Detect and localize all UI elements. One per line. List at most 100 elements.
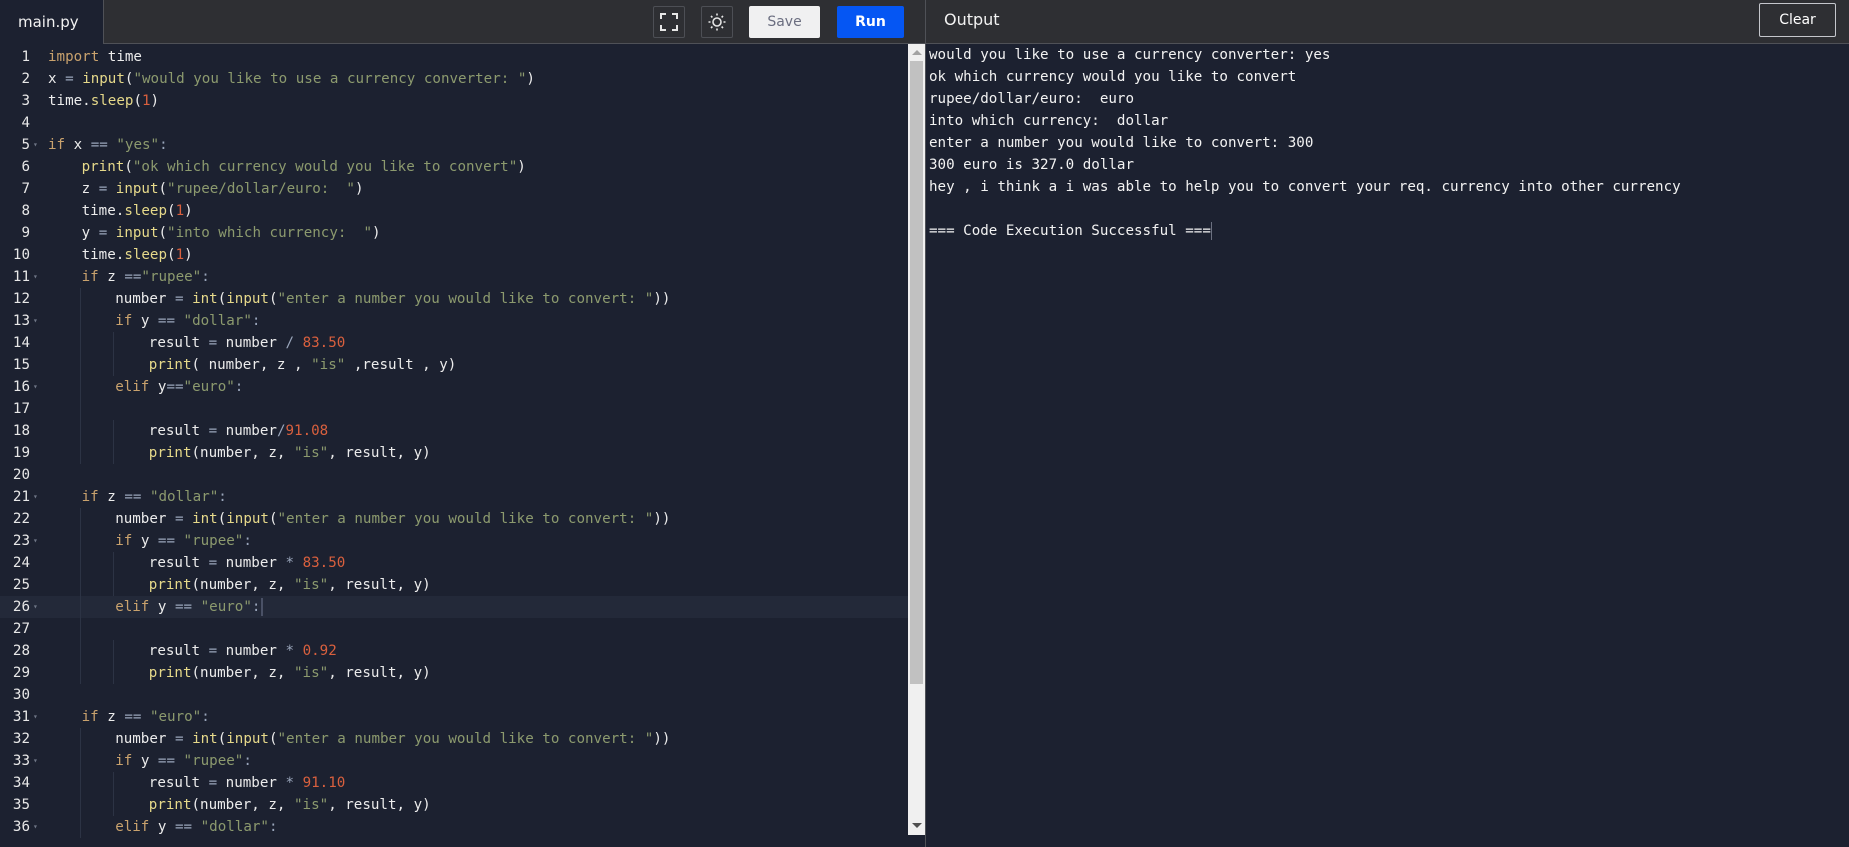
code-line[interactable]: 35 print(number, z, "is", result, y) — [0, 794, 908, 816]
code-line[interactable]: 11 ▾ if z =="rupee": — [0, 266, 908, 288]
code-line[interactable]: 6 print("ok which currency would you like… — [0, 156, 908, 178]
token-num: 0.92 — [302, 643, 337, 659]
line-number: 36 — [12, 819, 30, 835]
code-line[interactable]: 17 — [0, 398, 908, 420]
code-line[interactable]: 2 x = input("would you like to use a curr… — [0, 68, 908, 90]
code-line[interactable]: 34 result = number * 91.10 — [0, 772, 908, 794]
code-line[interactable]: 19 print(number, z, "is", result, y) — [0, 442, 908, 464]
token-id: number — [115, 731, 175, 747]
editor-scrollbar[interactable] — [908, 44, 925, 835]
fold-arrow-icon[interactable]: ▾ — [33, 706, 38, 728]
fold-arrow-icon[interactable]: ▾ — [33, 486, 38, 508]
code-line[interactable]: 27 — [0, 618, 908, 640]
code-line[interactable]: 12 number = int(input("enter a number you… — [0, 288, 908, 310]
code-line[interactable]: 23 ▾ if y == "rupee": — [0, 530, 908, 552]
code-line[interactable]: 10 time.sleep(1) — [0, 244, 908, 266]
code-text: time.sleep(1) — [48, 90, 159, 112]
token-kw: if — [115, 313, 133, 329]
token-op: = — [208, 423, 218, 439]
code-line[interactable]: 13 ▾ if y == "dollar": — [0, 310, 908, 332]
code-line[interactable]: 33 ▾ if y == "rupee": — [0, 750, 908, 772]
code-line[interactable]: 36 ▾ elif y == "dollar": — [0, 816, 908, 838]
file-tab-main-py[interactable]: main.py — [0, 0, 103, 44]
run-button[interactable]: Run — [837, 5, 904, 38]
line-number: 15 — [12, 357, 30, 373]
text-caret — [261, 598, 264, 616]
token-str: "yes" — [116, 137, 160, 153]
code-line[interactable]: 29 print(number, z, "is", result, y) — [0, 662, 908, 684]
token-num: 1 — [141, 93, 151, 109]
fold-arrow-icon[interactable]: ▾ — [33, 816, 38, 838]
code-line[interactable]: 32 number = int(input("enter a number you… — [0, 728, 908, 750]
fullscreen-button[interactable] — [653, 5, 685, 38]
code-line[interactable]: 14 result = number / 83.50 — [0, 332, 908, 354]
code-line[interactable]: 21 ▾ if z == "dollar": — [0, 486, 908, 508]
token-kw: if — [48, 137, 66, 153]
token-kw: if — [115, 753, 133, 769]
line-number: 6 — [21, 159, 30, 175]
indent-guide — [113, 552, 115, 574]
code-line[interactable]: 30 — [0, 684, 908, 706]
code-line[interactable]: 15 print( number, z , "is" ,result , y) — [0, 354, 908, 376]
fold-arrow-icon[interactable]: ▾ — [33, 310, 38, 332]
token-fn: sleep — [90, 93, 134, 109]
clear-button[interactable]: Clear — [1759, 3, 1836, 37]
fold-arrow-icon[interactable]: ▾ — [33, 134, 38, 156]
panel-divider[interactable] — [925, 0, 926, 847]
token-id: result — [148, 643, 209, 659]
token-id — [184, 511, 193, 527]
token-str: "is" — [294, 445, 329, 461]
scroll-down-arrow-icon[interactable] — [912, 823, 922, 828]
token-id: number — [217, 423, 277, 439]
code-text: print(number, z, "is", result, y) — [149, 574, 431, 596]
code-line[interactable]: 4 — [0, 112, 908, 134]
line-number: 24 — [12, 555, 30, 571]
code-line[interactable]: 22 number = int(input("enter a number you… — [0, 508, 908, 530]
fold-arrow-icon[interactable]: ▾ — [33, 530, 38, 552]
indent-guide — [79, 794, 81, 816]
token-op: = — [174, 291, 184, 307]
token-op: = — [208, 335, 218, 351]
scroll-up-arrow-icon[interactable] — [912, 50, 922, 55]
code-line[interactable]: 25 print(number, z, "is", result, y) — [0, 574, 908, 596]
save-button[interactable]: Save — [749, 5, 820, 38]
code-line[interactable]: 28 result = number * 0.92 — [0, 640, 908, 662]
code-line[interactable]: 3 time.sleep(1) — [0, 90, 908, 112]
token-id: (number, z, — [191, 577, 295, 593]
token-id — [74, 71, 83, 87]
fold-arrow-icon[interactable]: ▾ — [33, 596, 38, 618]
token-id — [107, 225, 116, 241]
theme-toggle-button[interactable] — [701, 5, 733, 38]
line-number: 34 — [12, 775, 30, 791]
line-number: 20 — [12, 467, 30, 483]
token-fn: print — [148, 797, 192, 813]
code-line[interactable]: 26 ▾ elif y == "euro": — [0, 596, 908, 618]
code-line[interactable]: 20 — [0, 464, 908, 486]
code-line[interactable]: 7 z = input("rupee/dollar/euro: ") — [0, 178, 908, 200]
line-number: 16 — [12, 379, 30, 395]
scrollbar-thumb[interactable] — [910, 61, 923, 684]
code-line[interactable]: 1 import time — [0, 46, 908, 68]
fold-arrow-icon[interactable]: ▾ — [33, 266, 38, 288]
token-fn: sleep — [124, 247, 168, 263]
code-text: result = number / 83.50 — [149, 332, 346, 354]
code-text: z = input("rupee/dollar/euro: ") — [82, 178, 364, 200]
code-line[interactable]: 9 y = input("into which currency: ") — [0, 222, 908, 244]
token-id: y — [132, 313, 158, 329]
code-line[interactable]: 24 result = number * 83.50 — [0, 552, 908, 574]
code-line[interactable]: 8 time.sleep(1) — [0, 200, 908, 222]
code-line[interactable]: 18 result = number/91.08 — [0, 420, 908, 442]
token-id — [184, 731, 193, 747]
code-editor[interactable]: 1 import time 2 x = input("would you like t… — [0, 44, 908, 847]
code-line[interactable]: 5 ▾ if x == "yes": — [0, 134, 908, 156]
token-op: : — [201, 709, 210, 725]
token-id: ( — [268, 291, 278, 307]
fold-arrow-icon[interactable]: ▾ — [33, 750, 38, 772]
code-line[interactable]: 16 ▾ elif y=="euro": — [0, 376, 908, 398]
token-id: ) — [517, 159, 526, 175]
token-kw: elif — [115, 599, 150, 615]
indent-guide — [79, 596, 81, 618]
fold-arrow-icon[interactable]: ▾ — [33, 376, 38, 398]
token-str: "enter a number you would like to conver… — [277, 291, 654, 307]
code-line[interactable]: 31 ▾ if z == "euro": — [0, 706, 908, 728]
